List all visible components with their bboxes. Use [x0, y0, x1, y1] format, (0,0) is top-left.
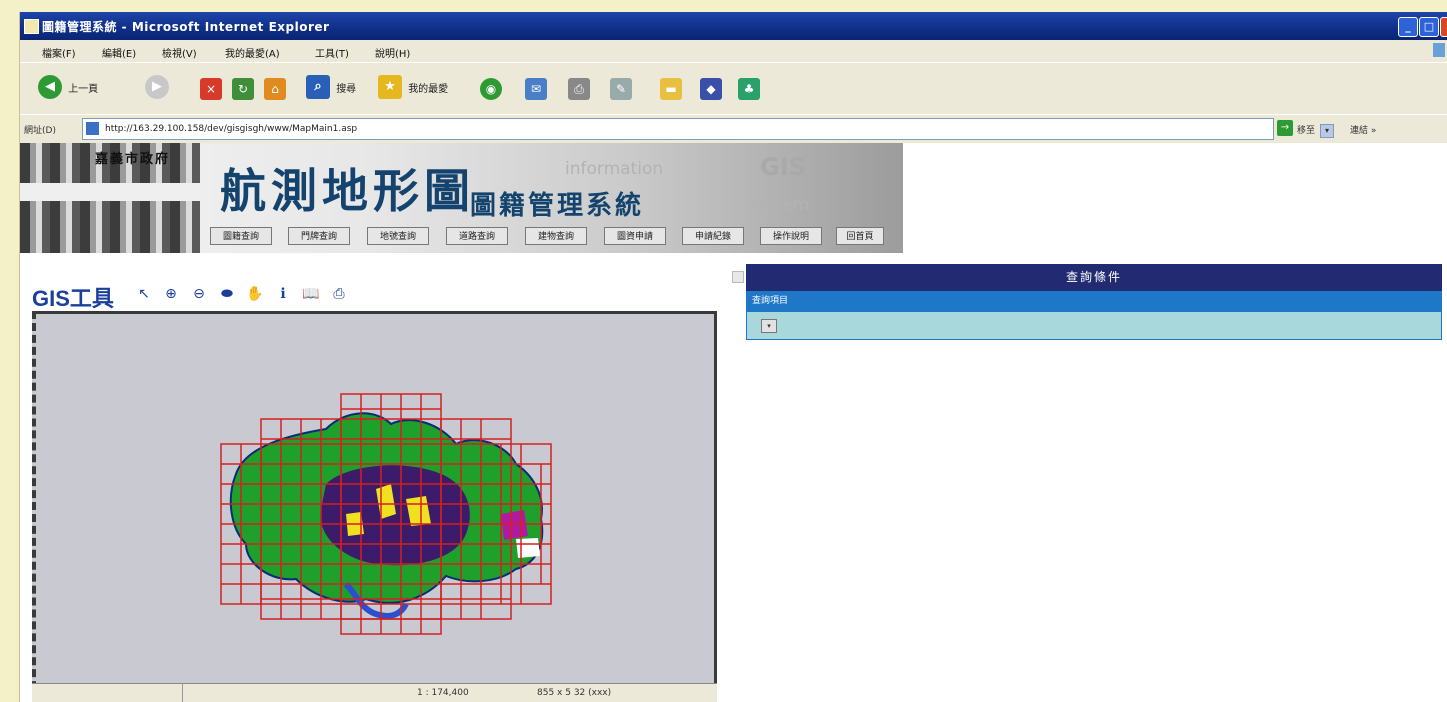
back-label: 上一頁 — [68, 83, 99, 95]
menu-edit[interactable]: 編輯(E) — [102, 45, 136, 60]
query-item-label: 查詢項目 — [746, 291, 1442, 311]
address-input[interactable]: http://163.29.100.158/dev/gisgisgh/www/M… — [82, 118, 1334, 140]
nav-road-query[interactable]: 道路查詢 — [446, 227, 508, 245]
nav-data-request[interactable]: 圖資申請 — [604, 227, 666, 245]
messenger-icon[interactable]: ◆ — [700, 78, 722, 100]
im-icon[interactable]: ♣ — [738, 78, 760, 100]
city-core-purple — [320, 465, 470, 566]
gis-tools-label: GIS工具 — [32, 286, 114, 311]
nav-home[interactable]: 回首頁 — [836, 227, 884, 245]
home-icon[interactable]: ⌂ — [264, 78, 286, 100]
windows-logo-icon — [1433, 43, 1445, 57]
bookmark-tool-icon[interactable]: 📖 — [302, 285, 320, 303]
mail-icon[interactable]: ✉ — [525, 78, 547, 100]
minimize-button[interactable]: _ — [1398, 17, 1418, 37]
full-extent-tool-icon[interactable]: ⬬ — [218, 285, 236, 303]
query-panel: 查詢條件 查詢項目 ▾ — [746, 264, 1442, 342]
go-button[interactable]: 移至 — [1297, 123, 1315, 136]
folder-icon[interactable]: ▬ — [660, 78, 682, 100]
address-dropdown-icon[interactable]: ▾ — [1320, 124, 1334, 138]
query-item-row: ▾ — [746, 311, 1442, 340]
search-icon: ⌕ — [306, 75, 330, 99]
favorites-button[interactable]: ★ 我的最愛 — [378, 75, 448, 101]
page-icon — [86, 122, 99, 135]
media-icon[interactable]: ◉ — [480, 78, 502, 100]
window-title: 圖籍管理系統 - Microsoft Internet Explorer — [42, 20, 330, 34]
search-label: 搜尋 — [336, 83, 357, 95]
site-banner: 嘉義市政府 航測地形圖 圖籍管理系統 information GIS syste… — [20, 143, 903, 253]
nav-address-query[interactable]: 門牌查詢 — [288, 227, 350, 245]
frame-scroll-up[interactable] — [732, 271, 744, 283]
map-status-bar: 1 : 174,400 855 x 5 32 (xxx) — [32, 683, 717, 702]
map-coordinates: 855 x 5 32 (xxx) — [537, 688, 612, 698]
links-button[interactable]: 連結 » — [1350, 123, 1376, 136]
standard-toolbar: ◀ 上一頁 ▶ × ↻ ⌂ ⌕ 搜尋 ★ 我的最愛 ◉ ✉ ⎙ ✎ ▬ ◆ ♣ — [20, 62, 1447, 115]
watermark-gis: GIS — [760, 153, 806, 181]
forward-button[interactable]: ▶ — [145, 75, 169, 101]
title-bar: 圖籍管理系統 - Microsoft Internet Explorer _ □… — [20, 12, 1447, 40]
menu-file[interactable]: 檔案(F) — [42, 45, 76, 60]
back-arrow-icon: ◀ — [38, 75, 62, 99]
nav-map-query[interactable]: 圖籍查詢 — [210, 227, 272, 245]
map-canvas[interactable] — [46, 314, 706, 684]
print-tool-icon[interactable]: ⎙ — [330, 285, 348, 303]
star-icon: ★ — [378, 75, 402, 99]
edit-icon[interactable]: ✎ — [610, 78, 632, 100]
district-white — [516, 538, 540, 558]
zoom-out-tool-icon[interactable]: ⊖ — [190, 285, 208, 303]
watermark-system: system — [748, 195, 810, 215]
nav-lot-query[interactable]: 地號查詢 — [367, 227, 429, 245]
back-button[interactable]: ◀ 上一頁 — [38, 75, 98, 101]
favorites-label: 我的最愛 — [408, 83, 449, 95]
address-url: http://163.29.100.158/dev/gisgisgh/www/M… — [105, 124, 358, 134]
status-cell — [32, 684, 183, 702]
watermark-information: information — [565, 159, 664, 179]
address-label: 網址(D) — [24, 126, 56, 136]
close-button[interactable]: × — [1440, 17, 1447, 37]
ie-icon — [24, 19, 39, 34]
menu-favorites[interactable]: 我的最愛(A) — [225, 45, 280, 60]
map-scale: 1 : 174,400 — [417, 688, 469, 698]
print-icon[interactable]: ⎙ — [568, 78, 590, 100]
nav-building-query[interactable]: 建物查詢 — [525, 227, 587, 245]
map-viewer[interactable] — [32, 311, 717, 701]
pan-tool-icon[interactable]: ✋ — [246, 285, 264, 303]
stop-icon[interactable]: × — [200, 78, 222, 100]
zoom-in-tool-icon[interactable]: ⊕ — [162, 285, 180, 303]
page-content: 嘉義市政府 航測地形圖 圖籍管理系統 information GIS syste… — [20, 143, 1447, 702]
menu-view[interactable]: 檢視(V) — [162, 45, 197, 60]
maximize-button[interactable]: □ — [1419, 17, 1439, 37]
forward-arrow-icon: ▶ — [145, 75, 169, 99]
address-bar: 網址(D) http://163.29.100.158/dev/gisgisgh… — [20, 114, 1447, 144]
menu-tools[interactable]: 工具(T) — [315, 45, 349, 60]
nav-instructions[interactable]: 操作說明 — [760, 227, 822, 245]
org-name: 嘉義市政府 — [95, 152, 171, 167]
menu-bar: 檔案(F) 編輯(E) 檢視(V) 我的最愛(A) 工具(T) 說明(H) — [20, 40, 1447, 62]
identify-tool-icon[interactable]: ℹ — [274, 285, 292, 303]
refresh-icon[interactable]: ↻ — [232, 78, 254, 100]
site-title: 航測地形圖 — [220, 164, 475, 218]
site-subtitle: 圖籍管理系統 — [470, 191, 645, 221]
menu-help[interactable]: 說明(H) — [375, 45, 410, 60]
search-button[interactable]: ⌕ 搜尋 — [306, 75, 356, 101]
select-tool-icon[interactable]: ↖ — [135, 285, 153, 303]
query-panel-header: 查詢條件 — [746, 264, 1442, 291]
district-magenta — [501, 510, 528, 540]
go-arrow-icon[interactable]: → — [1277, 120, 1293, 136]
query-item-select[interactable]: ▾ — [761, 319, 777, 333]
browser-window: 圖籍管理系統 - Microsoft Internet Explorer _ □… — [20, 12, 1447, 702]
nav-request-records[interactable]: 申請紀錄 — [682, 227, 744, 245]
